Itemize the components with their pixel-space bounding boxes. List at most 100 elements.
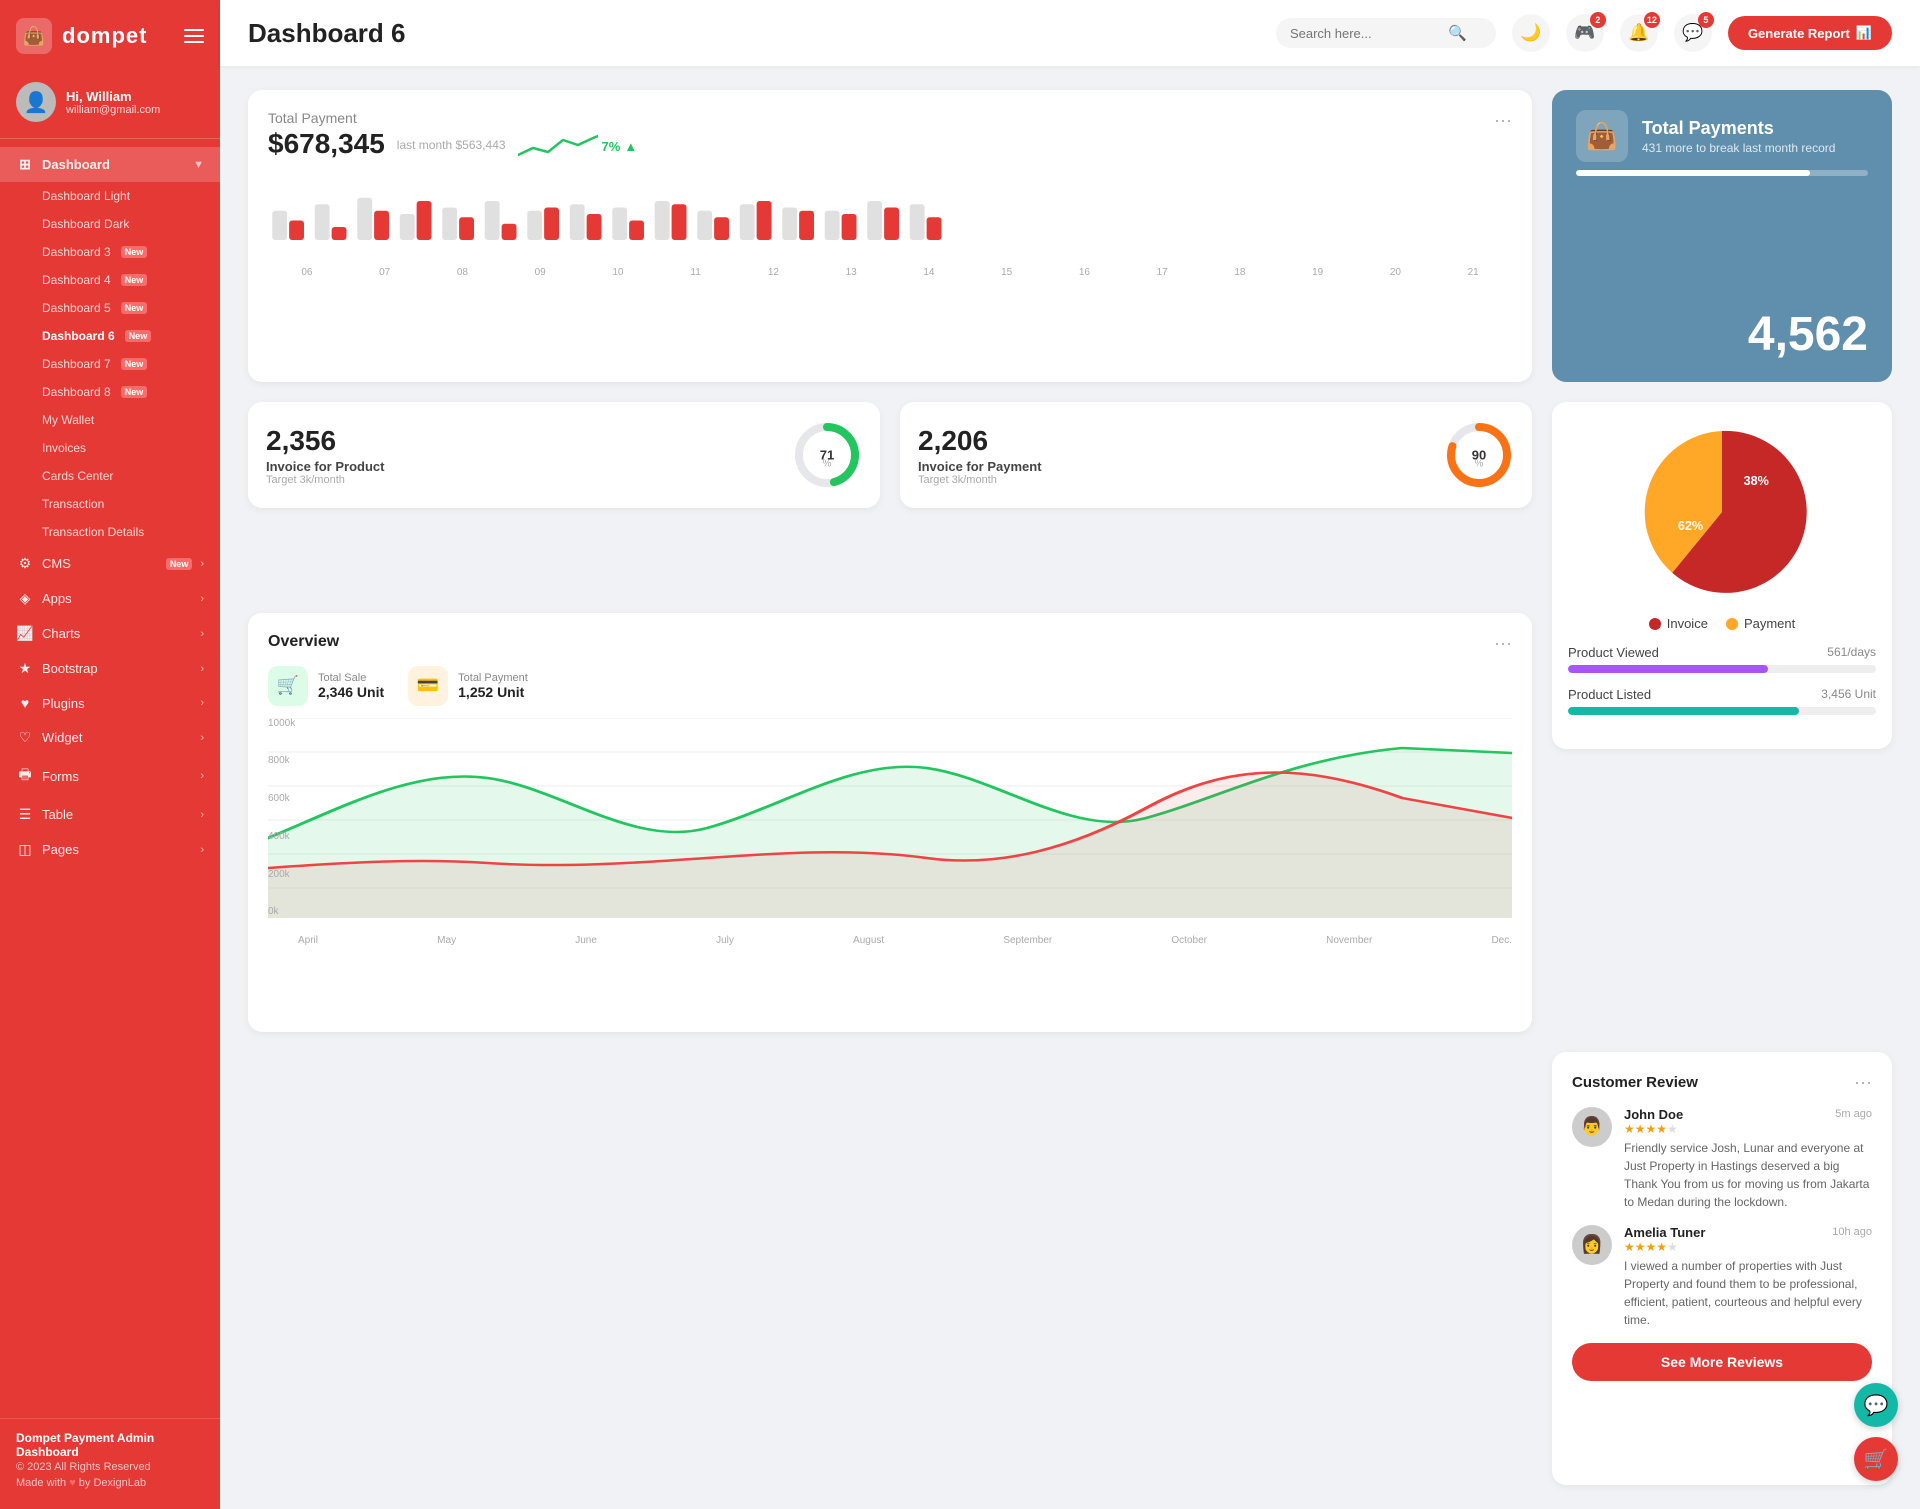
product-listed-bar <box>1568 707 1876 715</box>
total-sale-value: 2,346 Unit <box>318 684 384 700</box>
sidebar-item-cms[interactable]: ⚙ CMS New › <box>0 546 220 581</box>
cart-icon: 🛒 <box>1864 1447 1889 1472</box>
sidebar-item-transaction[interactable]: Transaction <box>0 490 220 518</box>
cart-floating-button[interactable]: 🛒 <box>1854 1437 1898 1481</box>
payment-dot <box>1726 618 1738 630</box>
product-listed-val: 3,456 Unit <box>1821 687 1876 702</box>
reviewer-1-name: John Doe <box>1624 1107 1683 1122</box>
pie-payment-label: 38% <box>1744 474 1769 488</box>
invoice-product-num: 2,356 <box>266 425 384 457</box>
hamburger-button[interactable] <box>184 29 204 43</box>
sidebar-sub-label: Cards Center <box>42 469 113 483</box>
sidebar-footer: Dompet Payment Admin Dashboard © 2023 Al… <box>0 1418 220 1493</box>
trend-container: 7% ▲ <box>518 130 638 160</box>
chevron-right-icon: › <box>200 809 204 821</box>
donut-percent-sign: % <box>823 458 832 469</box>
gamepad-button[interactable]: 🎮 2 <box>1566 14 1604 52</box>
product-listed-label-row: Product Listed 3,456 Unit <box>1568 687 1876 702</box>
sidebar-item-apps[interactable]: ◈ Apps › <box>0 581 220 616</box>
page-title: Dashboard 6 <box>248 18 1260 49</box>
logo-text: dompet <box>62 23 147 49</box>
forms-icon: 🖶 <box>16 764 34 788</box>
total-payment-title: Total Payment <box>268 110 637 126</box>
heart-icon: ♥ <box>69 1477 79 1489</box>
total-payment-menu[interactable]: ··· <box>1494 110 1512 131</box>
sidebar-item-plugins[interactable]: ♥ Plugins › <box>0 686 220 720</box>
sidebar-item-bootstrap[interactable]: ★ Bootstrap › <box>0 651 220 686</box>
sidebar-item-table[interactable]: ☰ Table › <box>0 797 220 832</box>
bar-chart-container: 06070809101112131415161718192021 <box>268 170 1512 278</box>
invoice-product-donut: 71 % <box>792 420 862 490</box>
sidebar-item-dashboard-light[interactable]: Dashboard Light <box>0 182 220 210</box>
product-viewed-bar <box>1568 665 1876 673</box>
pie-chart: 62% 38% <box>1622 422 1822 602</box>
sidebar-item-cards-center[interactable]: Cards Center <box>0 462 220 490</box>
invoice-product-inner: 2,356 Invoice for Product Target 3k/mont… <box>248 402 880 508</box>
sidebar-sub-label: Transaction <box>42 497 104 511</box>
search-icon: 🔍 <box>1448 24 1467 42</box>
total-payments-blue-card: 👜 Total Payments 431 more to break last … <box>1552 90 1892 382</box>
review-header: Customer Review ··· <box>1572 1072 1872 1093</box>
search-input[interactable] <box>1290 26 1440 41</box>
total-payment-last-month: last month $563,443 <box>397 138 506 152</box>
avatar: 👤 <box>16 82 56 122</box>
sidebar-item-dashboard-6[interactable]: Dashboard 6 New <box>0 322 220 350</box>
sidebar-item-forms[interactable]: 🖶 Forms › <box>0 755 220 797</box>
sidebar-item-dashboard-8[interactable]: Dashboard 8 New <box>0 378 220 406</box>
product-viewed-label-row: Product Viewed 561/days <box>1568 645 1876 660</box>
dark-mode-button[interactable]: 🌙 <box>1512 14 1550 52</box>
invoice-payment-label: Invoice for Payment <box>918 459 1042 474</box>
sale-icon: 🛒 <box>268 666 308 706</box>
blue-card-sub: 431 more to break last month record <box>1642 141 1835 155</box>
total-payment-stat: 💳 Total Payment 1,252 Unit <box>408 666 528 706</box>
sidebar-item-dashboard-dark[interactable]: Dashboard Dark <box>0 210 220 238</box>
sidebar-item-dashboard-3[interactable]: Dashboard 3 New <box>0 238 220 266</box>
reviewer-2-text: I viewed a number of properties with Jus… <box>1624 1257 1872 1329</box>
total-payment-card: Total Payment $678,345 last month $563,4… <box>248 90 1532 382</box>
generate-report-button[interactable]: Generate Report 📊 <box>1728 16 1892 50</box>
sidebar-item-dashboard[interactable]: ⊞ Dashboard ▼ <box>0 147 220 182</box>
plugins-icon: ♥ <box>16 695 34 711</box>
sidebar-item-my-wallet[interactable]: My Wallet <box>0 406 220 434</box>
see-more-reviews-button[interactable]: See More Reviews <box>1572 1343 1872 1381</box>
sidebar-item-invoices[interactable]: Invoices <box>0 434 220 462</box>
floating-buttons: 💬 🛒 <box>1854 1383 1898 1481</box>
table-icon: ☰ <box>16 806 34 823</box>
invoice-payment-card: 2,206 Invoice for Payment Target 3k/mont… <box>900 402 1532 592</box>
donut-percent-sign2: % <box>1475 458 1484 469</box>
dashboard-icon: ⊞ <box>16 156 34 173</box>
sidebar: 👜 dompet 👤 Hi, William william@gmail.com… <box>0 0 220 1509</box>
product-viewed-fill <box>1568 665 1768 673</box>
chevron-right-icon: › <box>200 558 204 570</box>
chevron-right-icon: › <box>200 697 204 709</box>
overview-menu[interactable]: ··· <box>1494 633 1512 654</box>
reviewer-1-avatar: 👨 <box>1572 1107 1612 1147</box>
sidebar-item-transaction-details[interactable]: Transaction Details <box>0 518 220 546</box>
sidebar-sub-label: Dashboard Light <box>42 189 130 203</box>
message-button[interactable]: 💬 5 <box>1674 14 1712 52</box>
sidebar-nav: ⊞ Dashboard ▼ Dashboard Light Dashboard … <box>0 147 220 1410</box>
blue-card-amount: 4,562 <box>1576 307 1868 362</box>
sidebar-header: 👜 dompet <box>0 0 220 72</box>
pie-invoice-label: 62% <box>1678 519 1703 533</box>
sidebar-item-dashboard-7[interactable]: Dashboard 7 New <box>0 350 220 378</box>
sidebar-item-dashboard-4[interactable]: Dashboard 4 New <box>0 266 220 294</box>
support-floating-button[interactable]: 💬 <box>1854 1383 1898 1427</box>
sidebar-item-charts[interactable]: 📈 Charts › <box>0 616 220 651</box>
new-badge: New <box>121 302 148 314</box>
bell-button[interactable]: 🔔 12 <box>1620 14 1658 52</box>
sidebar-item-widget[interactable]: ♡ Widget › <box>0 720 220 755</box>
review-content-1: John Doe 5m ago ★★★★★ Friendly service J… <box>1624 1107 1872 1211</box>
total-sale-label: Total Sale <box>318 672 384 684</box>
review-menu[interactable]: ··· <box>1854 1072 1872 1093</box>
search-bar: 🔍 <box>1276 18 1496 48</box>
x-labels: April May June July August September Oct… <box>298 935 1512 946</box>
payment-icon: 💳 <box>408 666 448 706</box>
sidebar-item-dashboard-5[interactable]: Dashboard 5 New <box>0 294 220 322</box>
review-name-row-1: John Doe 5m ago <box>1624 1107 1872 1122</box>
sidebar-item-pages[interactable]: ◫ Pages › <box>0 832 220 867</box>
product-listed-label: Product Listed <box>1568 687 1651 702</box>
product-listed-fill <box>1568 707 1799 715</box>
main-content: Dashboard 6 🔍 🌙 🎮 2 🔔 12 💬 5 Generate Re… <box>220 0 1920 1509</box>
wallet-icon: 👜 <box>1576 110 1628 162</box>
